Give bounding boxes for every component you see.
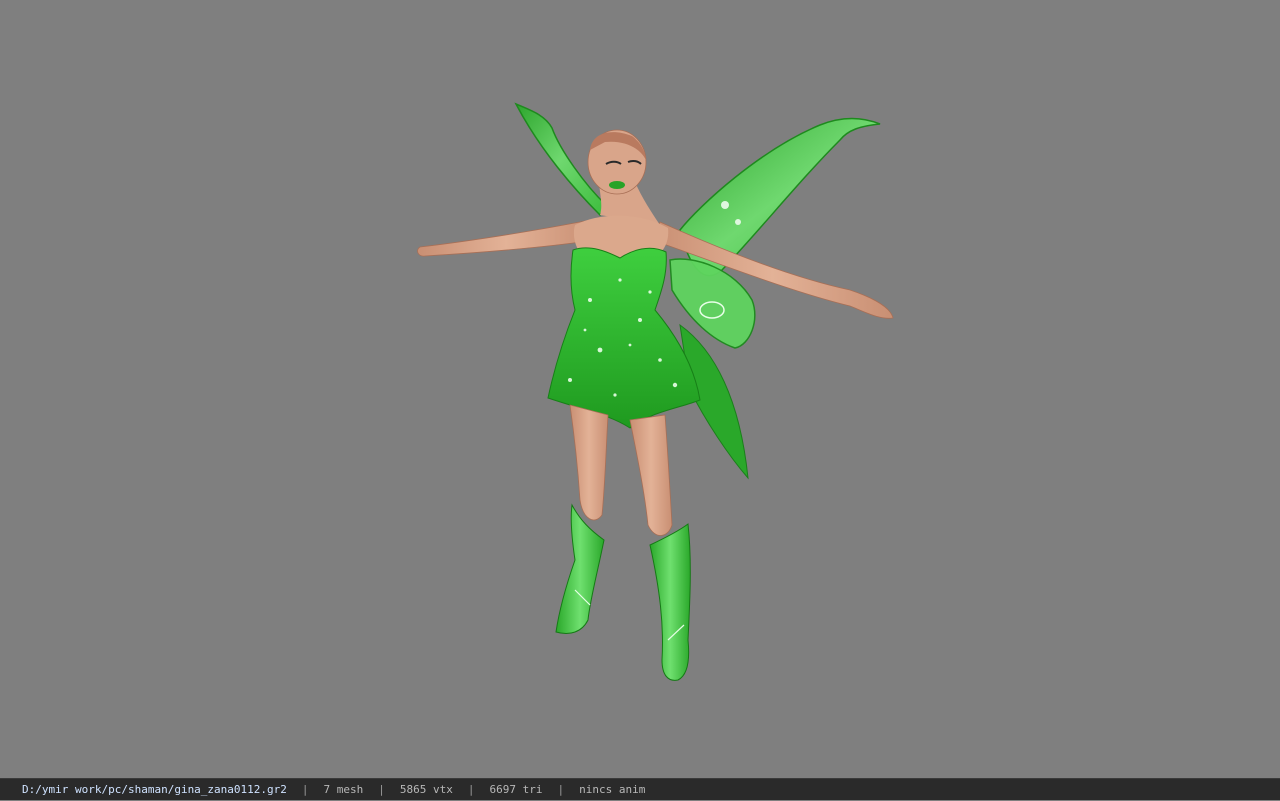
file-path: D:/ymir work/pc/shaman/gina_zana0112.gr2 <box>22 782 287 796</box>
vertex-count: 5865 vtx <box>399 782 453 796</box>
mesh-count: 7 mesh <box>323 782 364 796</box>
separator: | <box>467 782 475 796</box>
separator: | <box>557 782 565 796</box>
left-boot <box>555 503 605 634</box>
left-arm <box>417 219 596 257</box>
triangle-count: 6697 tri <box>489 782 543 796</box>
right-boot <box>649 523 691 681</box>
status-bar: D:/ymir work/pc/shaman/gina_zana0112.gr2… <box>0 778 1280 800</box>
3d-viewport[interactable] <box>0 0 1280 778</box>
separator: | <box>378 782 385 796</box>
animation-status: nincs anim <box>579 782 646 796</box>
separator: | <box>301 782 309 796</box>
fairy-character-model <box>417 102 894 681</box>
left-leg <box>569 404 609 521</box>
right-leg <box>629 414 673 536</box>
